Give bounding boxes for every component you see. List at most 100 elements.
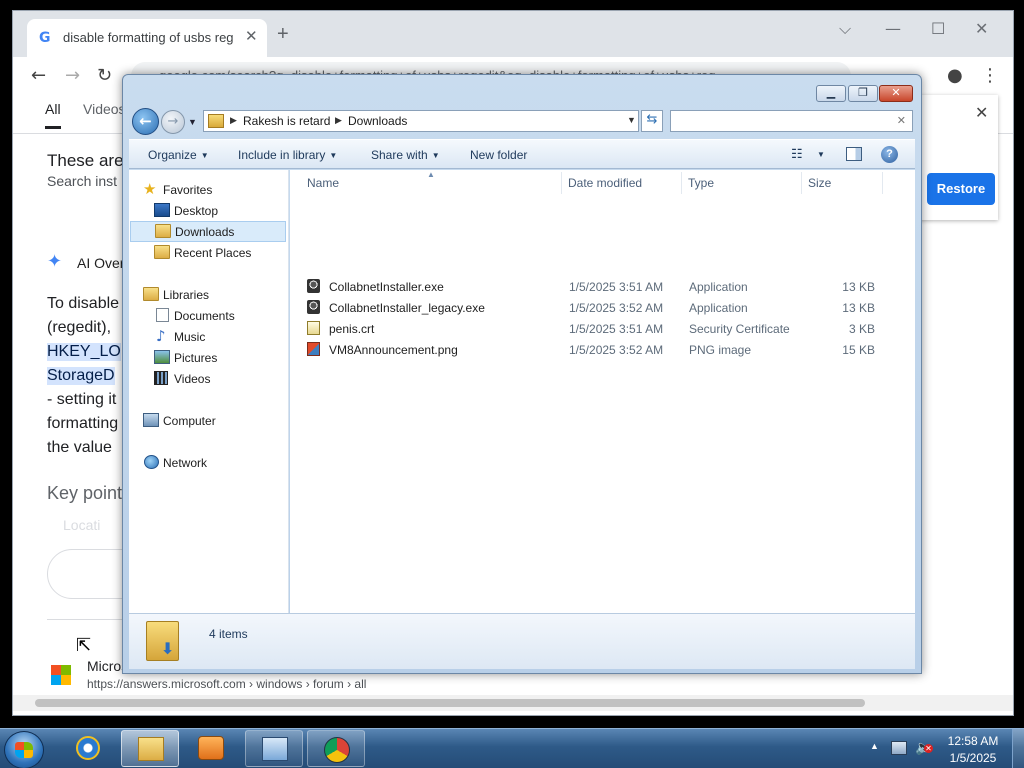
file-name: VM8Announcement.png: [329, 343, 458, 357]
search-instead-link[interactable]: Search inst: [47, 173, 117, 189]
address-dropdown-icon[interactable]: ▼: [627, 115, 636, 125]
sidebar-item-recent-places[interactable]: Recent Places: [129, 242, 289, 263]
breadcrumb-downloads[interactable]: Downloads: [348, 114, 407, 128]
minimize-button[interactable]: ▁: [816, 85, 846, 102]
maximize-button[interactable]: ☐: [931, 19, 945, 38]
browser-tab[interactable]: G disable formatting of usbs regedit ✕: [27, 19, 267, 57]
music-icon: ♪: [156, 327, 166, 345]
file-list: ▲ Name Date modified Type Size Collabnet…: [290, 170, 915, 613]
new-folder-button[interactable]: New folder: [470, 148, 527, 162]
taskbar-internet-explorer[interactable]: [60, 730, 118, 767]
file-row[interactable]: CollabnetInstaller.exe 1/5/2025 3:51 AM …: [302, 276, 902, 297]
taskbar-windows-explorer[interactable]: [121, 730, 179, 767]
clear-search-icon[interactable]: ✕: [897, 114, 906, 127]
key-points-heading: Key point: [47, 483, 123, 503]
sidebar-item-label: Desktop: [174, 204, 219, 218]
share-with-label: Share with: [371, 148, 428, 162]
result-url[interactable]: https://answers.microsoft.com › windows …: [87, 677, 366, 691]
maximize-button[interactable]: ❐: [848, 85, 878, 102]
close-window-button[interactable]: ✕: [879, 85, 913, 102]
scrollbar-thumb[interactable]: [35, 699, 865, 707]
back-button[interactable]: ←: [132, 108, 159, 135]
taskbar-control-panel[interactable]: [245, 730, 303, 767]
tab-all[interactable]: All: [45, 101, 61, 129]
forward-button[interactable]: →: [161, 110, 185, 134]
ai-para-line: the value: [47, 439, 112, 456]
clock-date[interactable]: 1/5/2025: [938, 751, 1008, 765]
sidebar-item-label: Network: [163, 456, 208, 470]
sidebar-item-favorites[interactable]: ★ Favorites: [129, 179, 289, 200]
share-with-button[interactable]: Share with ▼: [371, 148, 440, 162]
media-player-icon: [198, 736, 224, 760]
clock-time[interactable]: 12:58 AM: [938, 734, 1008, 748]
column-header-name[interactable]: Name: [307, 176, 339, 190]
column-divider[interactable]: [882, 172, 883, 194]
address-bar[interactable]: ▶ Rakesh is retard ▶ Downloads ▼: [203, 110, 639, 132]
taskbar-media-player[interactable]: [182, 730, 240, 767]
minimize-button[interactable]: —: [885, 19, 901, 38]
sidebar-item-documents[interactable]: Documents: [129, 305, 289, 326]
breadcrumb-separator-icon[interactable]: ▶: [230, 115, 237, 126]
sidebar-item-downloads[interactable]: Downloads: [130, 221, 286, 242]
search-field[interactable]: ✕: [670, 110, 913, 132]
sidebar-item-libraries[interactable]: Libraries: [129, 284, 289, 305]
forward-arrow-icon[interactable]: →: [65, 65, 80, 86]
column-header-size[interactable]: Size: [808, 176, 831, 190]
item-count: 4 items: [209, 627, 248, 641]
windows-explorer-icon: [138, 737, 164, 761]
details-pane: ⬇ 4 items: [129, 613, 915, 669]
sidebar-item-music[interactable]: ♪ Music: [129, 326, 289, 347]
profile-avatar-icon[interactable]: ●: [947, 65, 963, 86]
file-type: Security Certificate: [689, 322, 790, 336]
tab-search-icon[interactable]: ⌵: [839, 19, 851, 39]
chevron-down-icon[interactable]: ▼: [817, 150, 825, 159]
volume-muted-icon[interactable]: 🔈✕: [915, 740, 933, 756]
sidebar-item-label: Computer: [163, 414, 216, 428]
spelling-notice: These are: [47, 151, 124, 170]
column-header-date[interactable]: Date modified: [568, 176, 642, 190]
reload-icon[interactable]: ↻: [97, 65, 112, 86]
close-window-button[interactable]: ✕: [975, 19, 988, 38]
horizontal-scrollbar[interactable]: [13, 695, 1013, 711]
network-status-icon[interactable]: [891, 741, 907, 755]
file-row[interactable]: VM8Announcement.png 1/5/2025 3:52 AM PNG…: [302, 339, 902, 360]
search-input[interactable]: [675, 113, 885, 129]
libraries-icon: [143, 287, 159, 301]
restore-button[interactable]: Restore: [927, 173, 995, 205]
recent-locations-dropdown-icon[interactable]: ▼: [188, 117, 197, 127]
sidebar-item-computer[interactable]: Computer: [129, 410, 289, 431]
include-in-library-button[interactable]: Include in library ▼: [238, 148, 337, 162]
tab-videos[interactable]: Videos: [83, 101, 126, 117]
taskbar-chrome[interactable]: [307, 730, 365, 767]
new-tab-button[interactable]: +: [277, 23, 289, 46]
breadcrumb-user[interactable]: Rakesh is retard: [243, 114, 330, 128]
sidebar-item-pictures[interactable]: Pictures: [129, 347, 289, 368]
ai-sparkle-icon: ✦: [47, 251, 63, 271]
back-arrow-icon[interactable]: ←: [31, 65, 46, 86]
help-icon[interactable]: ?: [881, 146, 898, 163]
close-tab-icon[interactable]: ✕: [245, 27, 258, 45]
sidebar-item-label: Favorites: [163, 183, 213, 197]
breadcrumb-separator-icon[interactable]: ▶: [335, 115, 342, 126]
start-button[interactable]: [4, 731, 44, 768]
file-row[interactable]: penis.crt 1/5/2025 3:51 AM Security Cert…: [302, 318, 902, 339]
refresh-button[interactable]: ⇆: [641, 110, 663, 132]
chrome-menu-icon[interactable]: ⋮: [981, 65, 999, 86]
column-divider[interactable]: [681, 172, 682, 194]
sidebar-item-videos[interactable]: Videos: [129, 368, 289, 389]
column-divider[interactable]: [801, 172, 802, 194]
ai-overview-label: AI Over: [77, 255, 125, 271]
preview-pane-icon[interactable]: [846, 147, 862, 161]
ai-para-line-highlight: HKEY_LO: [47, 343, 121, 361]
close-popup-icon[interactable]: ✕: [975, 103, 988, 123]
file-row[interactable]: CollabnetInstaller_legacy.exe 1/5/2025 3…: [302, 297, 902, 318]
column-header-type[interactable]: Type: [688, 176, 714, 190]
show-hidden-icons-icon[interactable]: ▲: [870, 741, 879, 751]
sidebar-item-desktop[interactable]: Desktop: [129, 200, 289, 221]
sidebar-item-network[interactable]: Network: [129, 452, 289, 473]
show-desktop-button[interactable]: [1012, 729, 1024, 768]
file-type: Application: [689, 301, 748, 315]
column-divider[interactable]: [561, 172, 562, 194]
change-view-icon[interactable]: ☷: [791, 146, 803, 162]
organize-button[interactable]: Organize ▼: [148, 148, 209, 162]
